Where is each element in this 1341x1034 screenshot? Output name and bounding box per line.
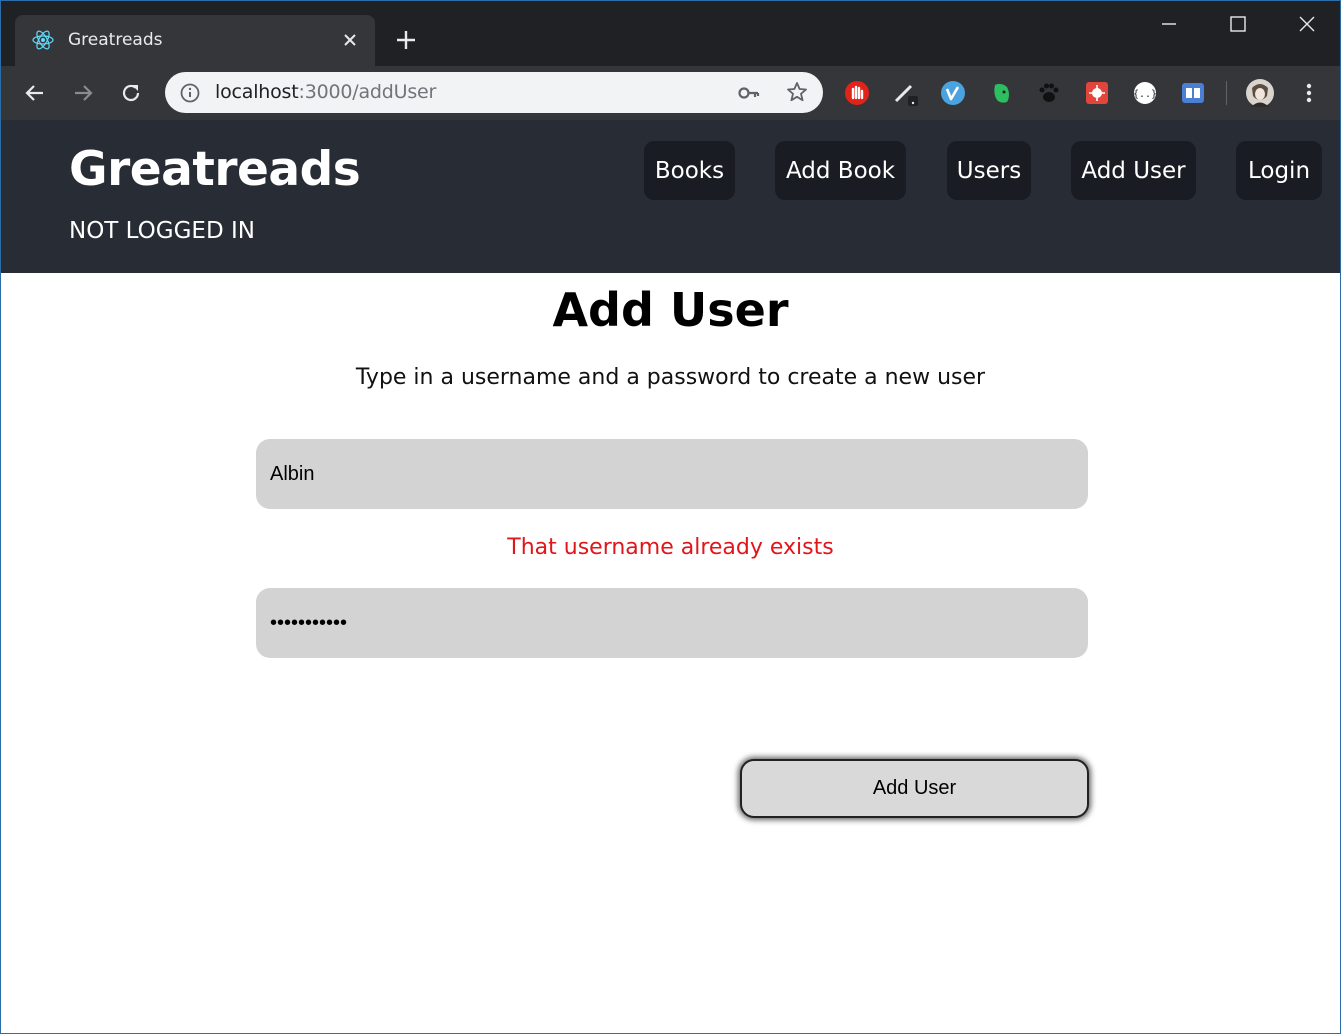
bug-extension-icon[interactable] [1083, 79, 1111, 107]
url-text: localhost:3000/addUser [215, 81, 436, 103]
tab-strip: Greatreads [1, 1, 1340, 66]
password-input[interactable] [256, 588, 1088, 658]
tab-title: Greatreads [68, 30, 163, 50]
reader-extension-icon[interactable] [1179, 79, 1207, 107]
menu-kebab-icon[interactable] [1295, 79, 1323, 107]
page-subtitle: Type in a username and a password to cre… [355, 365, 986, 390]
username-input[interactable] [256, 439, 1088, 509]
paw-extension-icon[interactable] [1035, 79, 1063, 107]
new-tab-icon[interactable] [393, 27, 419, 53]
error-message: That username already exists [507, 535, 834, 560]
adblock-extension-icon[interactable] [843, 79, 871, 107]
browser-toolbar: localhost:3000/addUser {..} [1, 66, 1340, 120]
maximize-icon[interactable] [1225, 11, 1251, 37]
url-host: localhost [215, 81, 299, 103]
bookmark-star-icon[interactable] [785, 80, 809, 104]
toolbar-divider [1226, 81, 1227, 105]
close-window-icon[interactable] [1294, 11, 1320, 37]
pen-extension-icon[interactable] [891, 79, 919, 107]
react-icon [32, 30, 54, 50]
vimeo-extension-icon[interactable] [939, 79, 967, 107]
nav-books-button[interactable]: Books [644, 141, 735, 200]
browser-tab[interactable]: Greatreads [15, 15, 375, 66]
login-status: NOT LOGGED IN [69, 218, 255, 244]
nav-login-button[interactable]: Login [1236, 141, 1322, 200]
json-extension-icon[interactable]: {..} [1131, 79, 1159, 107]
app-header: Greatreads NOT LOGGED IN Books Add Book … [1, 120, 1340, 273]
nav-add-book-button[interactable]: Add Book [775, 141, 906, 200]
brand-title[interactable]: Greatreads [69, 142, 361, 197]
address-bar[interactable]: localhost:3000/addUser [165, 72, 823, 113]
key-icon[interactable] [737, 81, 761, 105]
profile-avatar-icon[interactable] [1245, 78, 1275, 108]
nav-users-button[interactable]: Users [947, 141, 1031, 200]
nav-add-user-button[interactable]: Add User [1071, 141, 1196, 200]
svg-text:{..}: {..} [1133, 89, 1157, 100]
forward-icon[interactable] [69, 79, 97, 107]
add-user-submit-button[interactable]: Add User [740, 759, 1089, 818]
reload-icon[interactable] [117, 79, 145, 107]
browser-window: Greatreads localhost:3000/addUser {..} G… [0, 0, 1341, 1034]
back-icon[interactable] [21, 79, 49, 107]
info-icon[interactable] [179, 82, 201, 104]
url-path: :3000/addUser [298, 81, 437, 103]
page-title: Add User [552, 283, 789, 337]
evernote-extension-icon[interactable] [987, 79, 1015, 107]
close-tab-icon[interactable] [339, 29, 361, 51]
minimize-icon[interactable] [1156, 11, 1182, 37]
